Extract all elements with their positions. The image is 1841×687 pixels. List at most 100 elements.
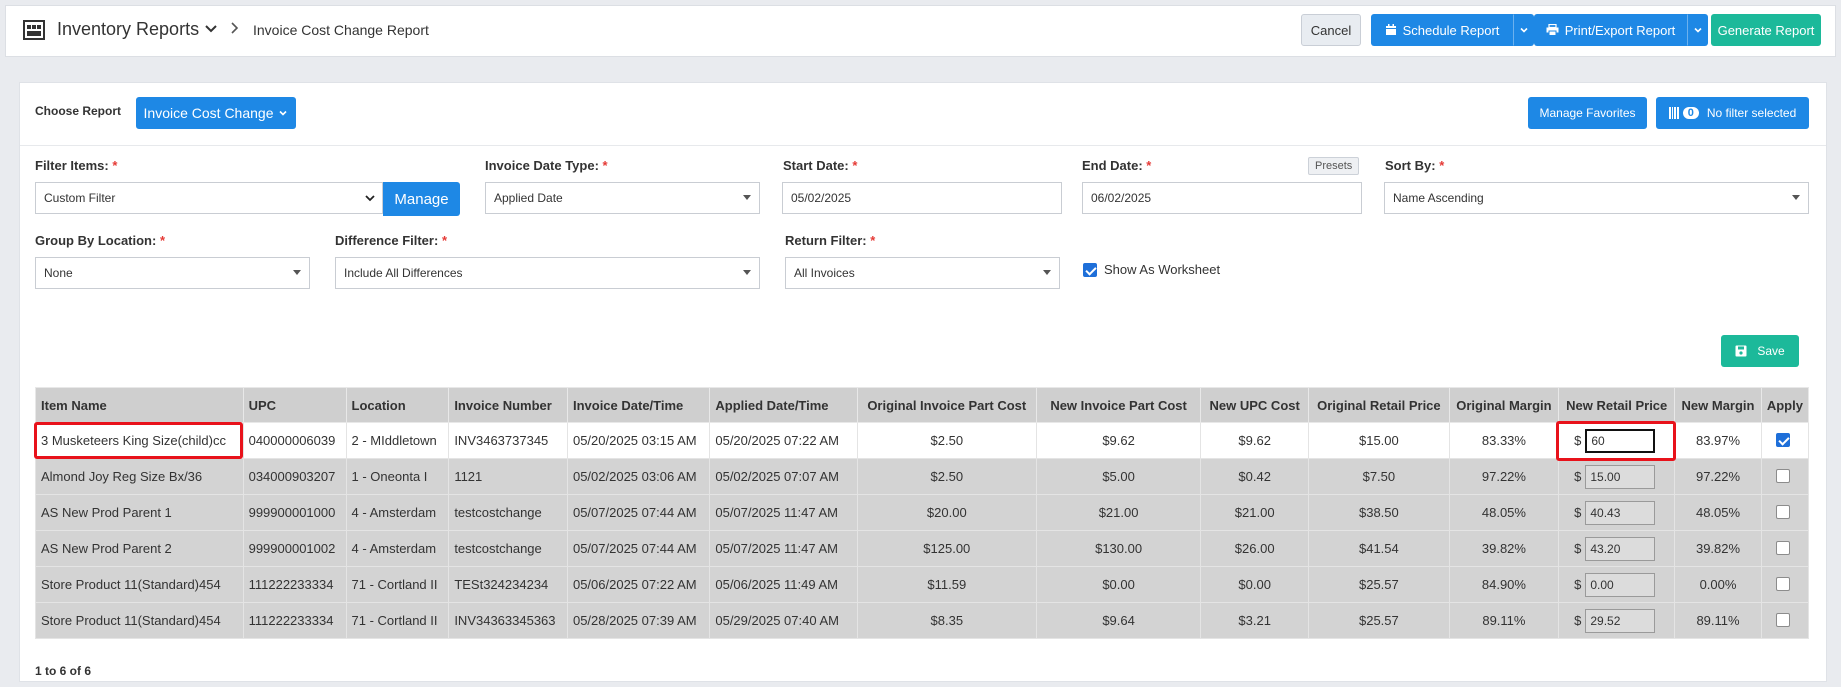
report-selector-button[interactable]: Invoice Cost Change xyxy=(136,97,296,129)
filter-items-select[interactable]: Custom Filter xyxy=(35,182,383,214)
cell-location: 2 - MIddletown xyxy=(345,422,450,459)
new-retail-price-input[interactable] xyxy=(1585,500,1656,525)
apply-checkbox[interactable] xyxy=(1775,469,1790,483)
cell-upc: 111222233334 xyxy=(242,602,347,639)
table-row[interactable]: AS New Prod Parent 2 999900001002 4 - Amst… xyxy=(35,530,1810,567)
cell-original-retail-price: $25.57 xyxy=(1308,566,1450,603)
currency-symbol: $ xyxy=(1574,433,1582,448)
cell-new-retail-price: $ xyxy=(1558,602,1676,639)
cell-original-invoice-part-cost: $2.50 xyxy=(856,458,1037,495)
app-title[interactable]: Inventory Reports xyxy=(57,19,199,40)
start-date-field[interactable] xyxy=(782,182,1062,214)
generate-report-button[interactable]: Generate Report xyxy=(1711,14,1821,46)
col-header-original-margin[interactable]: Original Margin xyxy=(1448,387,1560,423)
end-date-input[interactable] xyxy=(1091,191,1361,205)
table-row[interactable]: 3 Musketeers King Size(child)cc 040000006… xyxy=(35,422,1810,459)
apply-checkbox[interactable] xyxy=(1775,541,1790,555)
return-filter-select[interactable]: All Invoices xyxy=(785,257,1060,289)
col-header-original-invoice-part-cost[interactable]: Original Invoice Part Cost xyxy=(856,387,1037,423)
cell-applied-datetime: 05/07/2025 11:47 AM xyxy=(709,494,858,531)
start-date-label: Start Date: * xyxy=(783,158,858,173)
chevron-down-icon[interactable] xyxy=(204,21,218,35)
cell-new-margin: 39.82% xyxy=(1674,530,1762,567)
start-date-input[interactable] xyxy=(791,191,1061,205)
cell-invoice-number: testcostchange xyxy=(448,530,568,567)
cell-applied-datetime: 05/02/2025 07:07 AM xyxy=(709,458,858,495)
col-header-new-upc-cost[interactable]: New UPC Cost xyxy=(1200,387,1310,423)
presets-button[interactable]: Presets xyxy=(1308,157,1360,175)
filter-count-badge: 0 xyxy=(1682,107,1699,119)
col-header-new-invoice-part-cost[interactable]: New Invoice Part Cost xyxy=(1035,387,1202,423)
cell-original-retail-price: $15.00 xyxy=(1308,422,1450,459)
cell-apply xyxy=(1760,458,1810,495)
floppy-disk-icon xyxy=(1735,345,1747,357)
col-header-apply[interactable]: Apply xyxy=(1760,387,1810,423)
apply-checkbox[interactable] xyxy=(1775,613,1790,627)
col-header-new-retail-price[interactable]: New Retail Price xyxy=(1558,387,1676,423)
cell-new-margin: 83.97% xyxy=(1674,422,1762,459)
new-retail-price-input[interactable] xyxy=(1585,536,1656,561)
print-export-button[interactable]: Print/Export Report xyxy=(1534,14,1687,46)
cell-invoice-number: testcostchange xyxy=(448,494,568,531)
cell-original-invoice-part-cost: $20.00 xyxy=(856,494,1037,531)
schedule-report-dropdown[interactable] xyxy=(1513,14,1534,46)
invoice-date-type-select[interactable]: Applied Date xyxy=(485,182,760,214)
col-header-upc[interactable]: UPC xyxy=(242,387,347,423)
cell-invoice-datetime: 05/28/2025 07:39 AM xyxy=(566,602,711,639)
table-header-row: Item Name UPC Location Invoice Number In… xyxy=(35,387,1810,423)
cell-upc: 034000903207 xyxy=(242,458,347,495)
printer-icon xyxy=(1546,24,1559,36)
filter-status-button[interactable]: 0 No filter selected xyxy=(1656,97,1809,129)
cell-apply xyxy=(1760,602,1810,639)
cell-new-upc-cost: $0.00 xyxy=(1200,566,1310,603)
col-header-original-retail-price[interactable]: Original Retail Price xyxy=(1308,387,1450,423)
cell-new-invoice-part-cost: $9.64 xyxy=(1035,602,1202,639)
cell-invoice-number: INV34363345363 xyxy=(448,602,568,639)
table-row[interactable]: Almond Joy Reg Size Bx/36 034000903207 1 -… xyxy=(35,458,1810,495)
col-header-new-margin[interactable]: New Margin xyxy=(1674,387,1762,423)
end-date-field[interactable] xyxy=(1082,182,1362,214)
table-row[interactable]: Store Product 11(Standard)454 11122223333… xyxy=(35,566,1810,603)
sort-by-select[interactable]: Name Ascending xyxy=(1384,182,1809,214)
report-selector-label: Invoice Cost Change xyxy=(143,105,274,121)
cancel-button[interactable]: Cancel xyxy=(1301,14,1361,46)
difference-filter-select[interactable]: Include All Differences xyxy=(335,257,760,289)
save-button[interactable]: Save xyxy=(1721,335,1799,367)
pagination-summary: 1 to 6 of 6 xyxy=(35,664,92,678)
manage-favorites-button[interactable]: Manage Favorites xyxy=(1528,97,1647,129)
col-header-invoice-number[interactable]: Invoice Number xyxy=(448,387,568,423)
barcode-icon xyxy=(1668,107,1679,119)
apply-checkbox[interactable] xyxy=(1775,505,1790,519)
divider xyxy=(20,145,1826,146)
print-export-dropdown[interactable] xyxy=(1687,14,1708,46)
new-retail-price-input[interactable] xyxy=(1585,608,1656,633)
table-row[interactable]: Store Product 11(Standard)454 11122223333… xyxy=(35,602,1810,639)
cell-item-name: Almond Joy Reg Size Bx/36 xyxy=(35,458,244,495)
show-as-worksheet-checkbox[interactable] xyxy=(1083,263,1097,277)
apply-checkbox[interactable] xyxy=(1775,433,1790,447)
col-header-item-name[interactable]: Item Name xyxy=(35,387,244,423)
group-by-location-select[interactable]: None xyxy=(35,257,310,289)
col-header-applied-datetime[interactable]: Applied Date/Time xyxy=(709,387,858,423)
col-header-location[interactable]: Location xyxy=(345,387,450,423)
cell-invoice-datetime: 05/07/2025 07:44 AM xyxy=(566,494,711,531)
new-retail-price-input[interactable] xyxy=(1585,572,1656,597)
caret-down-icon xyxy=(1792,195,1800,200)
cell-original-margin: 97.22% xyxy=(1448,458,1560,495)
cell-new-retail-price: $ xyxy=(1558,458,1676,495)
apply-checkbox[interactable] xyxy=(1775,577,1790,591)
cell-new-upc-cost: $3.21 xyxy=(1200,602,1310,639)
manage-filter-button[interactable]: Manage xyxy=(383,182,460,216)
invoice-date-type-label: Invoice Date Type: * xyxy=(485,158,608,173)
new-retail-price-input[interactable] xyxy=(1585,428,1656,453)
cell-new-upc-cost: $0.42 xyxy=(1200,458,1310,495)
cell-item-name: Store Product 11(Standard)454 xyxy=(35,602,244,639)
col-header-invoice-datetime[interactable]: Invoice Date/Time xyxy=(566,387,711,423)
cell-new-invoice-part-cost: $9.62 xyxy=(1035,422,1202,459)
cost-change-table: Item Name UPC Location Invoice Number In… xyxy=(35,387,1810,639)
schedule-report-button[interactable]: Schedule Report xyxy=(1371,14,1513,46)
cell-original-retail-price: $7.50 xyxy=(1308,458,1450,495)
sort-by-label: Sort By: * xyxy=(1385,158,1445,173)
table-row[interactable]: AS New Prod Parent 1 999900001000 4 - Amst… xyxy=(35,494,1810,531)
new-retail-price-input[interactable] xyxy=(1585,464,1656,489)
